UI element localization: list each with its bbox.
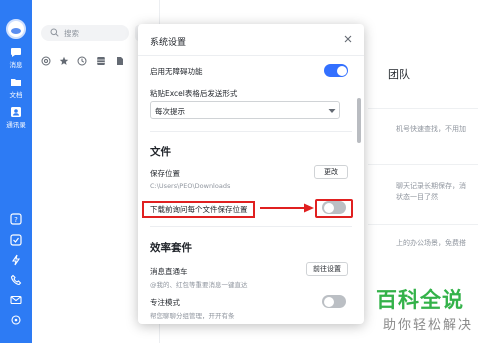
message-train-description: @我的、红包等重要消息一键直达 xyxy=(150,281,248,289)
watermark-subtitle: 助你轻松解决 xyxy=(383,318,474,333)
phone-icon[interactable] xyxy=(10,274,22,286)
watermark-title: 百科全说 xyxy=(376,288,464,312)
dialog-header: 系统设置 xyxy=(138,24,364,56)
chat-icon xyxy=(11,48,21,57)
arrow-icon xyxy=(260,203,314,213)
focus-mode-description: 帮您聊聊分组管理，开开有条 xyxy=(150,312,235,320)
close-icon[interactable] xyxy=(342,33,354,45)
focus-mode-label: 专注模式 xyxy=(150,298,180,307)
document-icon xyxy=(11,79,21,86)
bolt-icon[interactable] xyxy=(10,254,22,266)
highlight-box xyxy=(142,201,255,218)
table-icon[interactable] xyxy=(96,56,106,66)
divider xyxy=(368,164,478,165)
clock-icon[interactable] xyxy=(77,56,87,66)
efficiency-section-title: 效率套件 xyxy=(150,242,192,254)
todo-icon[interactable] xyxy=(10,234,22,246)
dialog-title: 系统设置 xyxy=(150,38,187,48)
save-location-label: 保存位置 xyxy=(150,169,180,178)
divider xyxy=(150,226,352,227)
paste-excel-label: 粘贴Excel表格后发送形式 xyxy=(150,89,238,98)
search-placeholder: 搜索 xyxy=(64,29,79,38)
save-location-path: C:\Users\PEO\Downloads xyxy=(150,182,231,190)
rail-item-docs[interactable]: 文档 xyxy=(0,76,32,99)
file-section-title: 文件 xyxy=(150,146,171,158)
more-icon[interactable] xyxy=(10,314,22,326)
chevron-down-icon xyxy=(328,109,336,113)
scrollbar[interactable] xyxy=(357,98,361,143)
at-icon[interactable] xyxy=(41,56,51,66)
mail-icon[interactable] xyxy=(10,294,22,306)
change-location-button[interactable]: 更改 xyxy=(314,165,348,179)
background-text: 聊天记录长期保存，消 xyxy=(396,182,466,190)
focus-mode-toggle[interactable] xyxy=(322,295,346,308)
highlight-toggle-box xyxy=(315,199,353,218)
system-settings-dialog: 系统设置 启用无障碍功能 粘贴Excel表格后发送形式 每次提示 文件 保存位置… xyxy=(138,24,364,324)
divider xyxy=(150,131,352,132)
rail-item-contacts[interactable]: 通讯录 xyxy=(0,106,32,129)
svg-text:?: ? xyxy=(14,216,18,224)
contacts-icon xyxy=(11,107,21,117)
background-title: 团队 xyxy=(388,68,410,81)
rail-label-docs: 文档 xyxy=(9,91,23,99)
go-settings-button[interactable]: 前往设置 xyxy=(306,262,348,276)
background-text: 上的办公场景，免费搭 xyxy=(396,239,466,247)
file-icon[interactable] xyxy=(115,56,125,66)
rail-item-messages[interactable]: 消息 xyxy=(0,46,32,69)
left-rail: 消息 文档 通讯录 ? xyxy=(0,0,32,343)
help-icon[interactable]: ? xyxy=(10,213,22,225)
rail-label-contacts: 通讯录 xyxy=(6,121,26,129)
avatar[interactable] xyxy=(6,19,26,39)
accessibility-label: 启用无障碍功能 xyxy=(150,67,203,76)
divider xyxy=(368,224,478,225)
paste-excel-value: 每次提示 xyxy=(155,107,185,116)
rail-label-messages: 消息 xyxy=(9,61,23,69)
background-text: 状态一目了然 xyxy=(396,193,438,201)
paste-excel-select[interactable]: 每次提示 xyxy=(150,101,340,119)
message-train-label: 消息直通车 xyxy=(150,267,188,276)
search-input[interactable]: 搜索 xyxy=(41,25,129,41)
divider xyxy=(368,108,478,109)
background-text: 机号快速查找，不用加 xyxy=(396,125,466,133)
search-icon xyxy=(50,28,59,37)
accessibility-toggle[interactable] xyxy=(324,64,348,77)
star-icon[interactable] xyxy=(59,56,69,66)
